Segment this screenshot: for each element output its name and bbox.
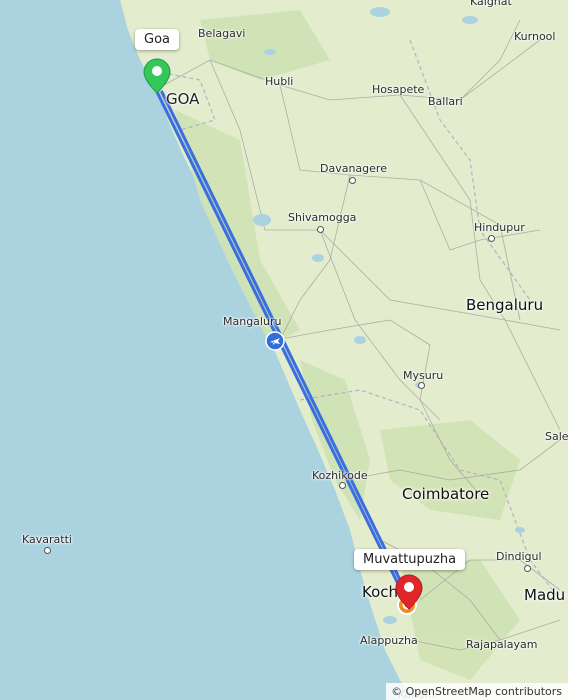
city-dot — [339, 482, 346, 489]
city-dot — [418, 382, 425, 389]
city-dot — [488, 235, 495, 242]
map-attribution[interactable]: © OpenStreetMap contributors — [386, 683, 568, 700]
destination-pin[interactable] — [395, 574, 423, 614]
city-dot — [524, 565, 531, 572]
origin-label: Goa — [135, 29, 179, 50]
city-dot — [317, 226, 324, 233]
city-dot — [349, 177, 356, 184]
airplane-icon — [265, 331, 285, 351]
map-pin-icon — [143, 58, 171, 94]
map-view[interactable]: Kalghat Belagavi Kurnool Hubli Hosapete … — [0, 0, 568, 700]
city-dot — [44, 547, 51, 554]
map-pin-icon — [395, 574, 423, 610]
airport-marker[interactable] — [265, 331, 285, 355]
origin-pin[interactable] — [143, 58, 171, 98]
destination-label: Muvattupuzha — [354, 549, 466, 570]
